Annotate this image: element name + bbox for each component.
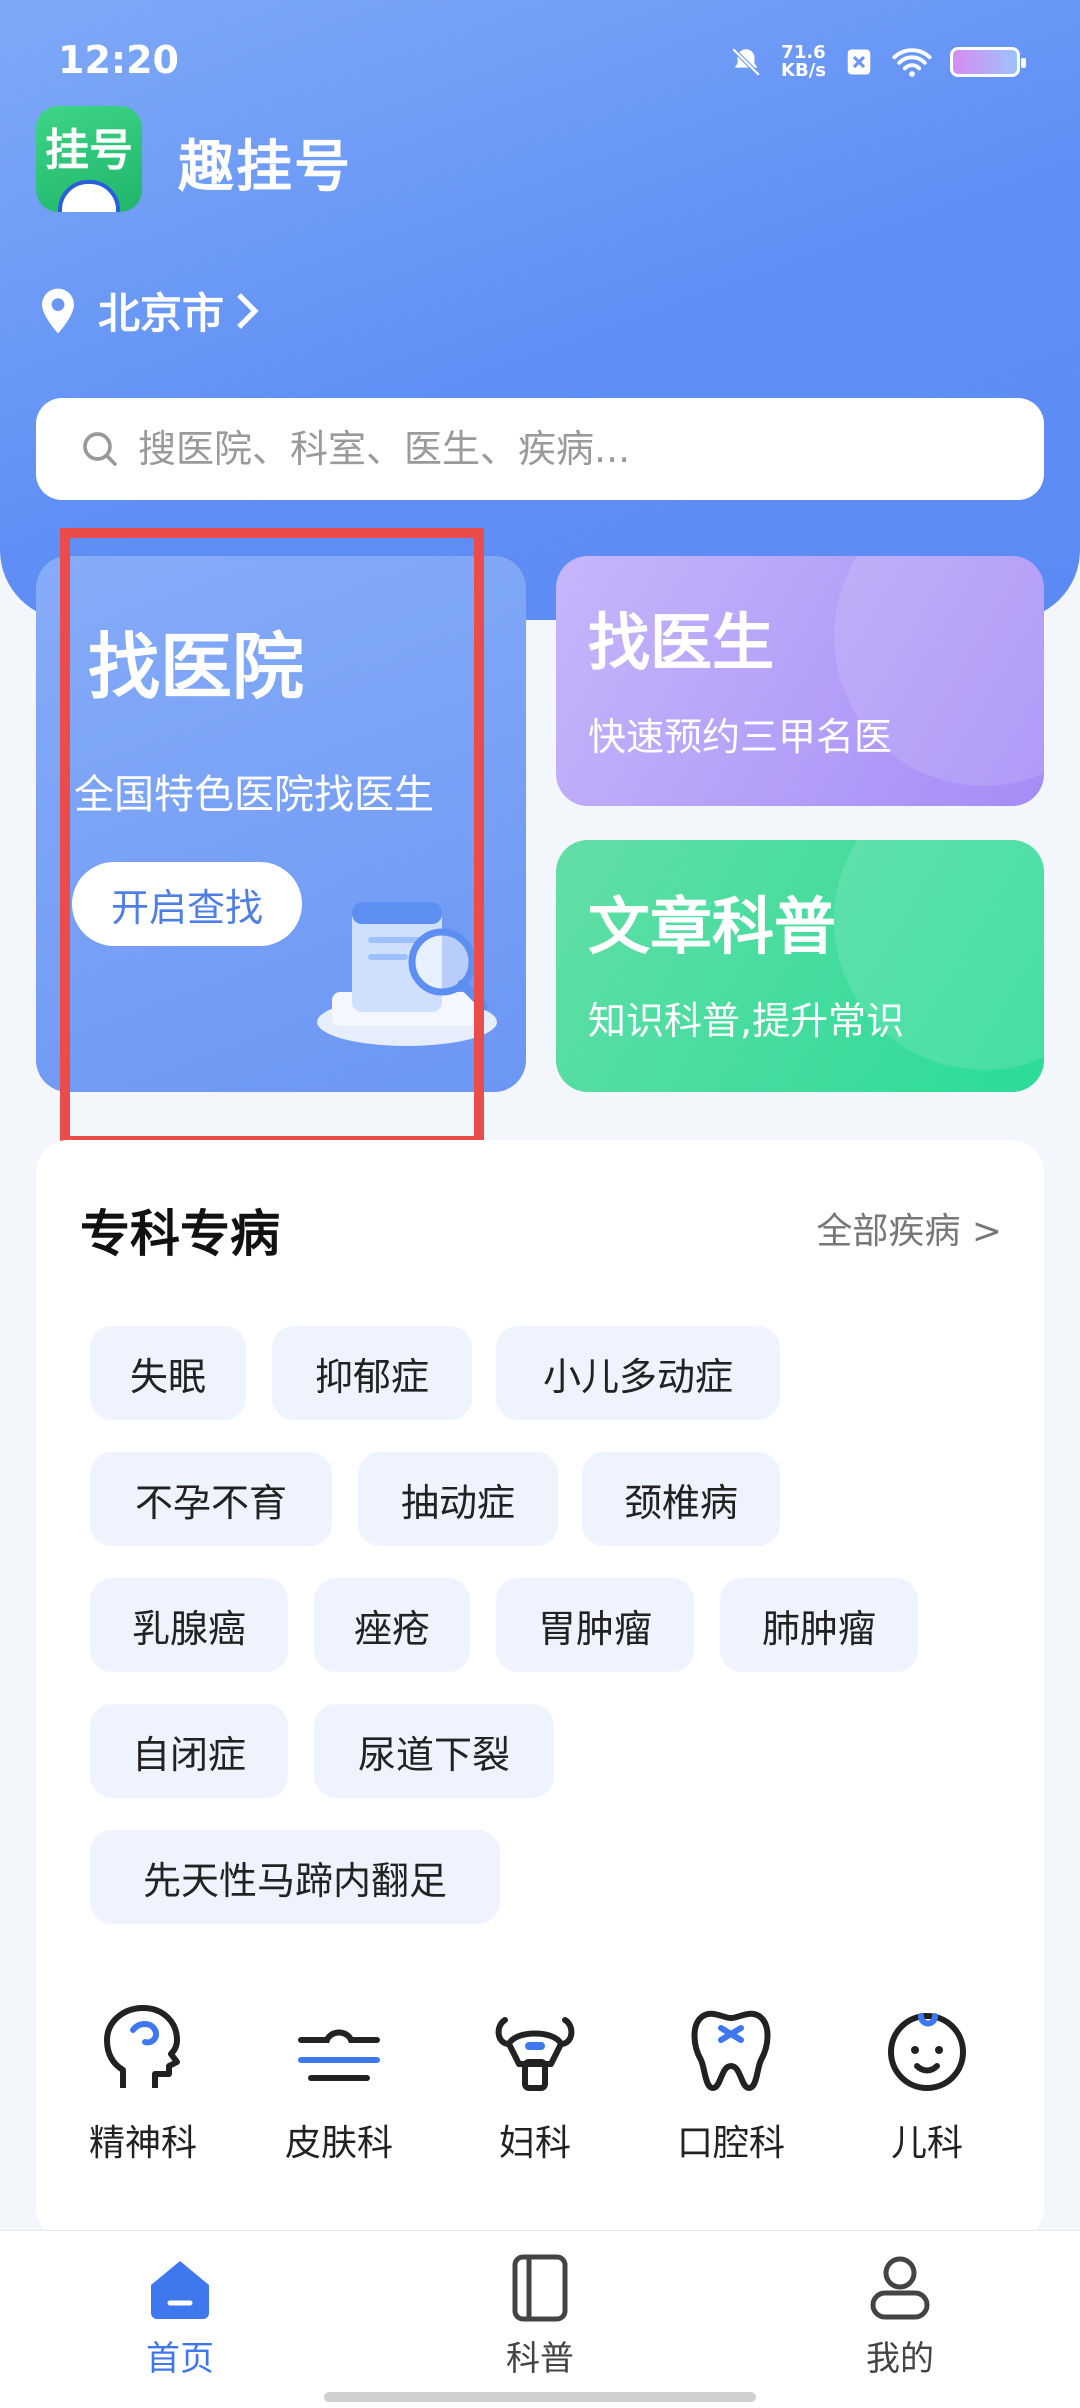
find-doctor-subtitle: 快速预约三甲名医	[588, 715, 893, 759]
search-icon	[83, 432, 117, 466]
disease-tag[interactable]: 自闭症	[90, 1704, 288, 1798]
disease-tag[interactable]: 抑郁症	[272, 1326, 472, 1420]
net-speed: 71.6 KB/s	[781, 42, 826, 81]
app-name: 趣挂号	[178, 135, 352, 200]
mute-bell-icon	[731, 47, 761, 77]
uterus-icon	[495, 2017, 575, 2091]
dept-dental[interactable]: 口腔科	[646, 2000, 816, 2166]
find-doctor-title: 找医生	[588, 606, 775, 679]
find-doctor-card[interactable]: 找医生 快速预约三甲名医	[556, 556, 1044, 806]
home-indicator	[324, 2392, 756, 2402]
all-diseases-link[interactable]: 全部疾病 >	[816, 1202, 1002, 1254]
article-science-subtitle: 知识科普,提升常识	[588, 999, 905, 1043]
disease-tag[interactable]: 小儿多动症	[496, 1326, 780, 1420]
wifi-icon	[892, 48, 932, 77]
baby-face-icon	[888, 2013, 966, 2091]
location-pin-icon	[42, 288, 74, 333]
brain-head-icon	[104, 2005, 180, 2088]
tab-science[interactable]: 科普	[460, 2253, 620, 2380]
status-icons: 71.6 KB/s	[729, 42, 1026, 81]
book-icon	[512, 2254, 568, 2322]
article-science-card[interactable]: 文章科普 知识科普,提升常识	[556, 840, 1044, 1092]
tooth-icon	[691, 2010, 771, 2091]
battery-icon	[950, 47, 1026, 77]
disease-tag[interactable]: 失眠	[90, 1326, 246, 1420]
disease-tag[interactable]: 乳腺癌	[90, 1578, 288, 1672]
find-hospital-title: 找医院	[88, 625, 305, 709]
dept-dermatology[interactable]: 皮肤科	[254, 2000, 424, 2166]
chevron-right-icon	[237, 292, 259, 329]
tab-mine[interactable]: 我的	[820, 2253, 980, 2380]
search-input[interactable]	[138, 427, 1018, 471]
start-search-button[interactable]: 开启查找	[72, 862, 302, 946]
disease-tag[interactable]: 尿道下裂	[314, 1704, 554, 1798]
find-hospital-card[interactable]: 找医院 全国特色医院找医生 开启查找	[36, 556, 526, 1092]
dept-gynecology[interactable]: 妇科	[450, 2000, 620, 2166]
specialty-panel: 专科专病 全部疾病 > 失眠 抑郁症 小儿多动症 不孕不育 抽动症 颈椎病 乳腺…	[36, 1140, 1044, 2240]
user-icon	[870, 2256, 930, 2320]
tab-home[interactable]: 首页	[100, 2253, 260, 2380]
disease-tag[interactable]: 颈椎病	[582, 1452, 780, 1546]
disease-tag[interactable]: 不孕不育	[90, 1452, 332, 1546]
disease-tag[interactable]: 胃肿瘤	[496, 1578, 694, 1672]
location-selector[interactable]: 北京市	[38, 280, 260, 341]
bottom-tab-bar: 首页 科普 我的	[0, 2230, 1080, 2408]
disease-tag[interactable]: 肺肿瘤	[720, 1578, 918, 1672]
mascot-icon	[58, 180, 120, 212]
dept-psychiatry[interactable]: 精神科	[58, 2000, 228, 2166]
find-hospital-subtitle: 全国特色医院找医生	[74, 772, 434, 818]
disease-tag[interactable]: 痤疮	[314, 1578, 470, 1672]
hospital-illustration-icon	[317, 902, 497, 1046]
status-time: 12:20	[58, 38, 179, 82]
search-bar[interactable]	[36, 398, 1044, 500]
dept-pediatrics[interactable]: 儿科	[842, 2000, 1012, 2166]
article-science-title: 文章科普	[588, 890, 837, 963]
status-bar: 12:20 71.6 KB/s	[0, 38, 1080, 88]
app-logo: 挂号	[36, 106, 142, 212]
skin-icon	[298, 2029, 380, 2081]
disease-tag[interactable]: 先天性马蹄内翻足	[90, 1830, 500, 1924]
sim-off-icon	[847, 49, 871, 75]
disease-tag[interactable]: 抽动症	[358, 1452, 558, 1546]
home-icon	[151, 2261, 209, 2319]
specialty-title: 专科专病	[80, 1205, 280, 1263]
location-city: 北京市	[98, 289, 225, 338]
